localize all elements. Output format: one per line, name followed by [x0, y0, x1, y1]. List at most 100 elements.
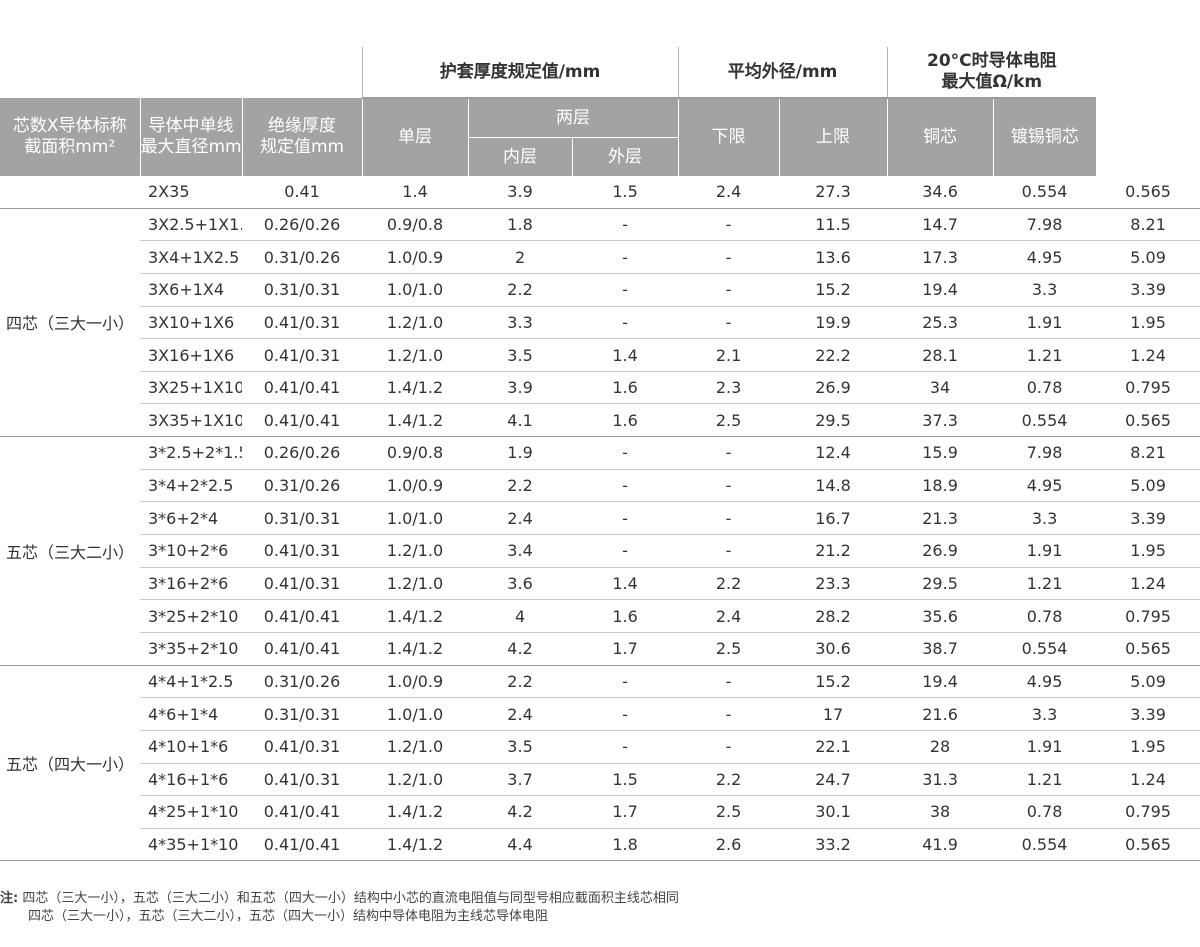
table-row: 3*35+2*10 0.41/0.41 1.4/1.2 4.2 1.7 2.5 30.6 38… [0, 632, 1200, 666]
single-layer-cell: 3.4 [468, 534, 573, 568]
footnote: 注: 四芯（三大一小），五芯（三大二小）和五芯（四大一小）结构中小芯的直流电阻值… [0, 890, 679, 926]
outer-layer-cell: 2.1 [678, 338, 780, 372]
outer-layer-cell: 2.2 [678, 763, 780, 797]
lower-limit-cell: 14.8 [779, 469, 888, 503]
spec-cell: 3X6+1X4 [140, 273, 242, 307]
tinned-resistance-cell: 0.795 [1096, 599, 1200, 633]
tinned-copper-header: 镀锡铜芯 [992, 98, 1097, 176]
table-row: 3*6+2*4 0.31/0.31 1.0/1.0 2.4- -16.7 21.3 3.3 3… [0, 501, 1200, 536]
inner-layer-cell: 1.7 [572, 632, 679, 666]
tinned-resistance-cell: 5.09 [1096, 665, 1200, 699]
inner-layer-cell: - [572, 534, 679, 568]
spec-cell: 3*6+2*4 [140, 501, 242, 536]
spec-cell: 3X10+1X6 [140, 306, 242, 340]
wire-diameter-header: 导体中单线 最大直径mm [139, 98, 242, 176]
tinned-resistance-cell: 1.95 [1096, 730, 1200, 764]
inner-layer-cell: 1.4 [572, 567, 679, 601]
inner-layer-cell: - [572, 469, 679, 503]
spec-cell: 2X35 [140, 176, 242, 209]
single-layer-cell: 4.4 [468, 828, 573, 862]
upper-limit-cell: 19.4 [887, 665, 994, 699]
inner-layer-cell: 1.5 [572, 176, 679, 209]
lower-limit-cell: 33.2 [779, 828, 888, 862]
lower-limit-cell: 12.4 [779, 436, 888, 470]
spec-cell: 3X35+1X10 [140, 403, 242, 438]
table-row: 3X16+1X6 0.41/0.31 1.2/1.0 3.5 1.4 2.1 22.2 28.… [0, 338, 1200, 372]
single-layer-cell: 3.6 [468, 567, 573, 601]
spec-cell: 3*16+2*6 [140, 567, 242, 601]
upper-limit-header: 上限 [778, 98, 888, 176]
diameter-group-header: 平均外径/mm [677, 47, 888, 99]
lower-limit-cell: 28.2 [779, 599, 888, 633]
wire-diameter-cell: 0.31/0.26 [242, 469, 363, 503]
spec-cell: 3*2.5+2*1.5 [140, 436, 242, 470]
insulation-cell: 1.2/1.0 [362, 534, 469, 568]
copper-resistance-cell: 1.21 [993, 567, 1097, 601]
spec-cell: 3*4+2*2.5 [140, 469, 242, 503]
wire-diameter-cell: 0.31/0.31 [242, 273, 363, 307]
copper-resistance-cell: 4.95 [993, 665, 1097, 699]
copper-resistance-cell: 1.91 [993, 306, 1097, 340]
outer-layer-header: 外层 [571, 137, 679, 176]
outer-layer-cell: - [678, 240, 780, 274]
group-header-row: 护套厚度规定值/mm 平均外径/mm 20°C时导体电阻 最大值Ω/km [0, 47, 1200, 99]
wire-diameter-cell: 0.31/0.31 [242, 697, 363, 731]
inner-layer-cell: 1.6 [572, 371, 679, 405]
copper-resistance-cell: 1.21 [993, 338, 1097, 372]
group-label-empty [0, 176, 140, 209]
single-layer-cell: 2.4 [468, 501, 573, 536]
wire-diameter-cell: 0.41/0.31 [242, 338, 363, 372]
outer-layer-cell: - [678, 306, 780, 340]
wire-diameter-cell: 0.41/0.41 [242, 795, 363, 829]
inner-layer-cell: - [572, 697, 679, 731]
wire-header-line2: 最大直径mm [140, 137, 242, 157]
footnote-text1: 四芯（三大一小），五芯（三大二小）和五芯（四大一小）结构中小芯的直流电阻值与同型… [22, 891, 679, 906]
copper-resistance-cell: 7.98 [993, 436, 1097, 470]
lower-limit-cell: 15.2 [779, 273, 888, 307]
copper-resistance-cell: 0.554 [993, 176, 1097, 209]
table-row: 3X25+1X10 0.41/0.41 1.4/1.2 3.9 1.6 2.3 26.9 34… [0, 371, 1200, 405]
spec-cell: 4*6+1*4 [140, 697, 242, 731]
spec-cell: 4*25+1*10 [140, 795, 242, 829]
upper-limit-cell: 38 [887, 795, 994, 829]
table-row: 五芯（四大一小） 4*4+1*2.5 0.31/0.26 1.0/0.9 2.2- -15… [0, 665, 1200, 862]
cores-header: 芯数X导体标称 截面积mm² [0, 98, 140, 176]
copper-resistance-cell: 0.78 [993, 371, 1097, 405]
upper-limit-cell: 19.4 [887, 273, 994, 307]
inner-layer-cell: - [572, 436, 679, 470]
table-row: 3*10+2*6 0.41/0.31 1.2/1.0 3.4- -21.2 26.9 1.9… [0, 534, 1200, 568]
tinned-resistance-cell: 3.39 [1096, 697, 1200, 731]
insulation-cell: 1.4 [362, 176, 469, 209]
copper-resistance-cell: 0.78 [993, 795, 1097, 829]
resistance-header-line1: 20°C时导体电阻 [927, 51, 1057, 71]
single-layer-cell: 4.2 [468, 632, 573, 666]
single-layer-cell: 3.9 [468, 371, 573, 405]
insulation-header-line1: 绝缘厚度 [268, 116, 337, 136]
upper-limit-cell: 38.7 [887, 632, 994, 666]
insulation-cell: 1.4/1.2 [362, 795, 469, 829]
insulation-cell: 1.2/1.0 [362, 567, 469, 601]
single-layer-cell: 2.2 [468, 469, 573, 503]
table-row: 五芯（三大二小） 3*2.5+2*1.5 0.26/0.26 0.9/0.8 1.9- -… [0, 436, 1200, 666]
inner-layer-cell: - [572, 730, 679, 764]
spec-cell: 3X16+1X6 [140, 338, 242, 372]
wire-diameter-cell: 0.26/0.26 [242, 208, 363, 242]
outer-layer-cell: - [678, 665, 780, 699]
single-layer-header: 单层 [361, 98, 469, 176]
upper-limit-cell: 31.3 [887, 763, 994, 797]
insulation-cell: 1.0/0.9 [362, 665, 469, 699]
upper-limit-cell: 21.6 [887, 697, 994, 731]
copper-resistance-cell: 1.21 [993, 763, 1097, 797]
inner-layer-cell: 1.4 [572, 338, 679, 372]
outer-layer-cell: 2.5 [678, 632, 780, 666]
table-row: 4*10+1*6 0.41/0.31 1.2/1.0 3.5- -22.1 28 1.91 1… [0, 730, 1200, 764]
insulation-cell: 1.4/1.2 [362, 371, 469, 405]
tinned-resistance-cell: 1.95 [1096, 306, 1200, 340]
inner-layer-cell: 1.7 [572, 795, 679, 829]
table-row: 3X35+1X10 0.41/0.41 1.4/1.2 4.1 1.6 2.5 29.5 37… [0, 403, 1200, 438]
outer-layer-cell: - [678, 208, 780, 242]
lower-limit-cell: 21.2 [779, 534, 888, 568]
lower-limit-cell: 30.6 [779, 632, 888, 666]
spec-cell: 3X25+1X10 [140, 371, 242, 405]
spec-cell: 4*16+1*6 [140, 763, 242, 797]
